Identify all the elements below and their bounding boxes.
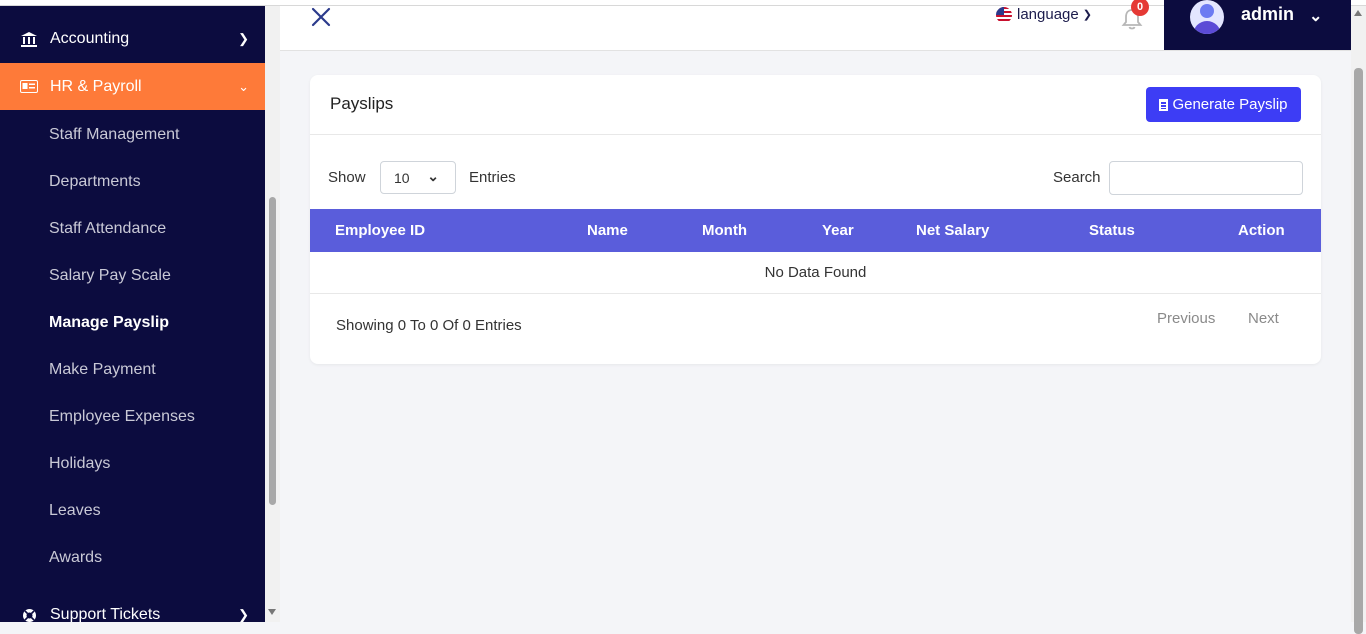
sidebar-item-label: HR & Payroll — [50, 77, 142, 95]
submenu-staff-management[interactable]: Staff Management — [49, 126, 179, 144]
pagination-info: Showing 0 To 0 Of 0 Entries — [336, 317, 522, 334]
submenu-leaves[interactable]: Leaves — [49, 502, 101, 520]
entries-label: Entries — [469, 169, 516, 186]
entries-select[interactable]: 10 ⌄ — [380, 161, 456, 194]
chevron-down-icon: ⌄ — [238, 78, 249, 94]
scroll-up-arrow-icon[interactable] — [1354, 10, 1362, 16]
show-label: Show — [328, 169, 366, 186]
column-employee-id[interactable]: Employee ID — [335, 222, 425, 239]
language-label: language — [1017, 6, 1079, 23]
sidebar-item-label: Accounting — [50, 30, 130, 47]
user-name: admin — [1241, 4, 1295, 24]
generate-payslip-label: Generate Payslip — [1172, 96, 1288, 113]
pagination-next[interactable]: Next — [1248, 310, 1279, 327]
notification-badge: 0 — [1131, 0, 1149, 16]
column-status[interactable]: Status — [1089, 222, 1135, 239]
id-card-icon — [20, 79, 38, 95]
lifebuoy-icon — [20, 607, 38, 622]
column-year[interactable]: Year — [822, 222, 854, 239]
chevron-down-icon: ⌄ — [427, 168, 439, 184]
chevron-right-icon: ❯ — [238, 607, 249, 622]
table-header: Employee ID Name Month Year Net Salary S… — [310, 209, 1321, 252]
entries-value: 10 — [394, 169, 410, 186]
language-selector[interactable]: language ❯ — [996, 6, 1092, 23]
column-month[interactable]: Month — [702, 222, 747, 239]
document-icon — [1159, 98, 1169, 111]
submenu-salary-pay-scale[interactable]: Salary Pay Scale — [49, 267, 171, 285]
sidebar-scrollbar-thumb[interactable] — [269, 197, 276, 505]
page-title: Payslips — [330, 94, 394, 113]
chevron-right-icon: ❯ — [238, 31, 249, 46]
us-flag-icon — [996, 6, 1012, 23]
submenu-employee-expenses[interactable]: Employee Expenses — [49, 408, 195, 426]
chevron-down-icon: ⌄ — [1309, 8, 1323, 25]
column-net-salary[interactable]: Net Salary — [916, 222, 989, 239]
scroll-down-arrow-icon[interactable] — [268, 609, 276, 615]
submenu-staff-attendance[interactable]: Staff Attendance — [49, 220, 166, 238]
submenu-awards[interactable]: Awards — [49, 549, 102, 567]
user-menu[interactable]: admin ⌄ — [1164, 0, 1351, 50]
sidebar-item-label: Support Tickets — [50, 606, 161, 622]
column-action[interactable]: Action — [1238, 222, 1285, 239]
bank-icon — [20, 31, 38, 47]
submenu-holidays[interactable]: Holidays — [49, 455, 110, 473]
submenu-manage-payslip[interactable]: Manage Payslip — [49, 314, 169, 332]
page-scrollbar-thumb[interactable] — [1354, 68, 1363, 634]
close-icon[interactable] — [310, 6, 332, 28]
column-name[interactable]: Name — [587, 222, 628, 239]
search-input[interactable] — [1109, 161, 1303, 195]
top-header: language ❯ 0 admin ⌄ — [280, 0, 1351, 51]
generate-payslip-button[interactable]: Generate Payslip — [1146, 87, 1301, 122]
sidebar-item-hr-payroll[interactable]: HR & Payroll ⌄ — [0, 63, 265, 110]
sidebar: Accounting ❯ HR & Payroll ⌄ Staff Manage… — [0, 6, 265, 622]
search-label: Search — [1053, 169, 1101, 186]
sidebar-item-accounting[interactable]: Accounting ❯ — [0, 22, 265, 56]
empty-table-message: No Data Found — [310, 252, 1321, 294]
payslips-card: Payslips Generate Payslip Show 10 ⌄ Entr… — [310, 75, 1321, 364]
submenu-departments[interactable]: Departments — [49, 173, 141, 191]
sidebar-item-support-tickets[interactable]: Support Tickets ❯ — [0, 598, 265, 622]
pagination-previous[interactable]: Previous — [1157, 310, 1215, 327]
submenu-make-payment[interactable]: Make Payment — [49, 361, 156, 379]
chevron-down-icon: ❯ — [1082, 9, 1092, 21]
divider — [310, 134, 1321, 135]
avatar — [1190, 0, 1224, 34]
